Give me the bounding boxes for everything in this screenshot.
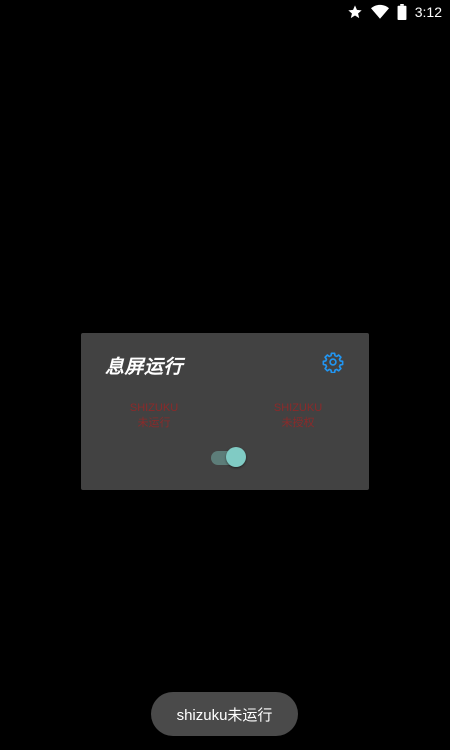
screen: 3:12 息屏运行 SHIZUKU 未运行 SHIZUKU 未授权 shizuk… [0, 0, 450, 750]
settings-button[interactable] [321, 352, 345, 376]
dialog-title: 息屏运行 [105, 356, 184, 378]
gear-icon [322, 351, 344, 377]
shizuku-permission-status: SHIZUKU 未授权 [225, 401, 371, 431]
shizuku-running-status: SHIZUKU 未运行 [81, 401, 227, 431]
screen-off-toggle[interactable] [211, 447, 247, 469]
wifi-icon [370, 4, 389, 20]
status-time: 3:12 [414, 4, 442, 20]
toggle-thumb [226, 447, 246, 467]
screen-off-dialog: 息屏运行 SHIZUKU 未运行 SHIZUKU 未授权 [81, 333, 369, 490]
status-left-line2: 未运行 [137, 417, 171, 429]
status-left-line1: SHIZUKU [129, 402, 179, 414]
status-right-line2: 未授权 [281, 417, 315, 429]
status-bar: 3:12 [0, 0, 450, 24]
status-right-line1: SHIZUKU [273, 402, 323, 414]
star-icon [347, 4, 363, 20]
toast-message: shizuku未运行 [151, 692, 298, 736]
battery-icon [397, 4, 407, 20]
